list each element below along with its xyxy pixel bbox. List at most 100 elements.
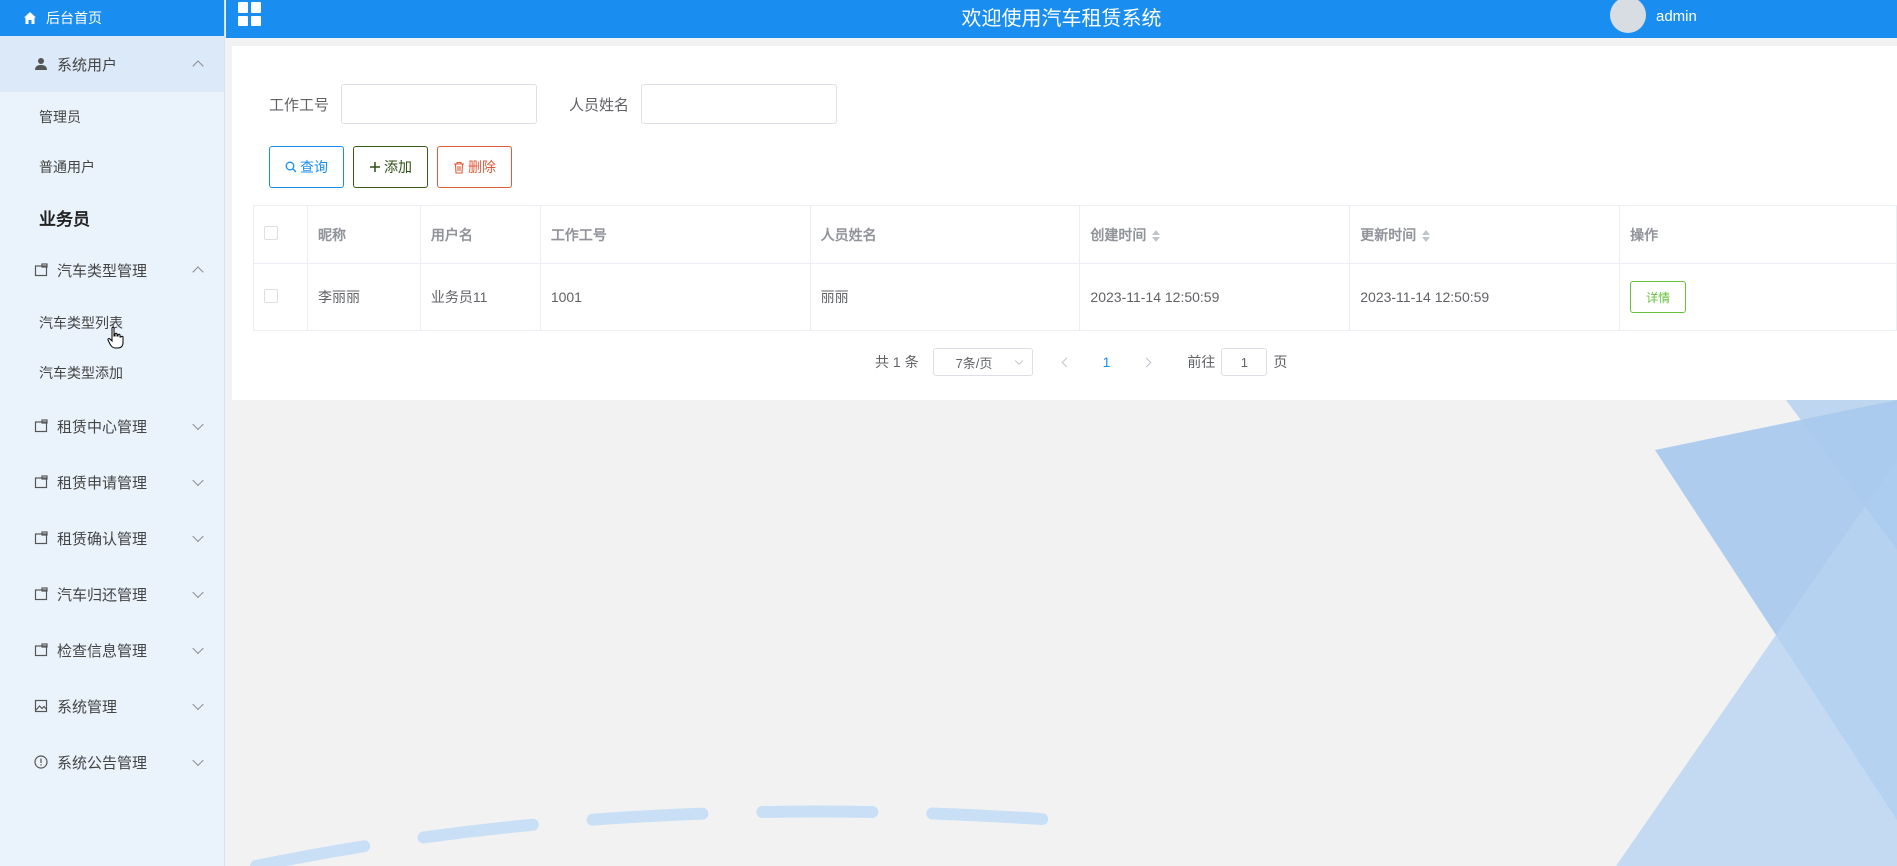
table-row: 李丽丽 业务员11 1001 丽丽 2023-11-14 12:50:59 20… [253, 263, 1897, 331]
column-header-label: 创建时间 [1090, 226, 1147, 243]
folder-icon [33, 530, 49, 546]
content-panel: 工作工号 人员姓名 查询 添加 删除 昵称 用户名 工作工号 人员姓名 创建时间… [232, 46, 1897, 400]
cell-username: 业务员11 [419, 263, 541, 331]
search-icon [285, 161, 297, 173]
chevron-down-icon [192, 754, 204, 767]
pagination: 共 1 条 7条/页 1 前往 1 页 [875, 348, 1287, 376]
sidebar-home-label: 后台首页 [46, 10, 102, 26]
image-icon [33, 698, 49, 714]
sidebar-group-label: 租赁中心管理 [57, 418, 148, 436]
sidebar-group-label: 系统用户 [57, 56, 118, 74]
page-title: 欢迎使用汽车租赁系统 [961, 8, 1162, 30]
sidebar-group-rental-apply[interactable]: 租赁申请管理 [0, 454, 224, 510]
sidebar-group-car-type[interactable]: 汽车类型管理 [0, 242, 224, 298]
cell-name: 丽丽 [809, 263, 1081, 331]
hand-cursor-icon [107, 326, 125, 350]
sidebar-group-label: 检查信息管理 [57, 642, 148, 660]
name-input[interactable] [641, 84, 838, 124]
next-page-icon[interactable] [1141, 357, 1152, 367]
job-no-input[interactable] [341, 84, 538, 124]
folder-icon [33, 586, 49, 602]
chevron-down-icon [1014, 356, 1023, 366]
sidebar: 后台首页 系统用户 管理员 普通用户 业务员 汽车类型管理 汽车类型列表 汽车类… [0, 0, 225, 866]
sidebar-item-normal-user[interactable]: 普通用户 [0, 142, 224, 192]
folder-icon [33, 474, 49, 490]
chevron-down-icon [192, 474, 204, 487]
chevron-down-icon [192, 418, 204, 431]
page-size-select[interactable]: 7条/页 [932, 348, 1033, 376]
sidebar-item-car-type-add[interactable]: 汽车类型添加 [0, 348, 224, 398]
plus-icon [369, 161, 381, 173]
chevron-down-icon [192, 586, 204, 599]
folder-icon [33, 262, 49, 278]
chevron-up-icon [192, 60, 204, 72]
detail-button[interactable]: 详情 [1630, 281, 1687, 313]
column-header: 人员姓名 [809, 205, 1081, 264]
background-decoration [226, 400, 1897, 866]
page-suffix: 页 [1273, 354, 1288, 370]
home-icon [22, 10, 38, 26]
sidebar-group-label: 系统管理 [57, 698, 118, 716]
sidebar-group-label: 租赁申请管理 [57, 474, 148, 492]
sidebar-group-inspection[interactable]: 检查信息管理 [0, 622, 224, 678]
table-header-row: 昵称 用户名 工作工号 人员姓名 创建时间 更新时间 操作 [253, 205, 1897, 264]
search-form: 工作工号 人员姓名 [269, 84, 838, 124]
add-button[interactable]: 添加 [353, 146, 428, 188]
column-header: 用户名 [419, 205, 541, 264]
sidebar-group-system-manage[interactable]: 系统管理 [0, 678, 224, 734]
sidebar-group-label: 汽车类型管理 [57, 262, 148, 280]
row-checkbox[interactable] [264, 288, 278, 303]
prev-page-icon[interactable] [1061, 357, 1072, 367]
query-button[interactable]: 查询 [269, 146, 344, 188]
add-button-label: 添加 [384, 159, 412, 175]
user-icon [33, 56, 49, 72]
goto-page-input[interactable]: 1 [1221, 348, 1268, 376]
sidebar-group-rental-center[interactable]: 租赁中心管理 [0, 398, 224, 454]
select-all-cell [253, 205, 308, 264]
cell-nickname: 李丽丽 [306, 263, 421, 331]
chevron-down-icon [192, 642, 204, 655]
sidebar-group-system-users[interactable]: 系统用户 [0, 36, 224, 92]
goto-label: 前往 [1187, 354, 1216, 370]
chevron-up-icon [192, 266, 204, 278]
column-header: 昵称 [306, 205, 421, 264]
column-header-updated[interactable]: 更新时间 [1349, 205, 1621, 264]
chevron-down-icon [192, 530, 204, 543]
sidebar-group-label: 汽车归还管理 [57, 586, 148, 604]
sidebar-group-label: 系统公告管理 [57, 754, 148, 772]
top-header: 欢迎使用汽车租赁系统 admin [226, 0, 1897, 38]
page-size-value: 7条/页 [955, 355, 993, 371]
cell-action: 详情 [1619, 263, 1897, 331]
cell-job-no: 1001 [539, 263, 811, 331]
select-all-checkbox[interactable] [264, 226, 278, 240]
column-header: 工作工号 [539, 205, 811, 264]
sidebar-item-salesman[interactable]: 业务员 [0, 192, 224, 242]
action-buttons: 查询 添加 删除 [269, 146, 521, 188]
folder-icon [33, 642, 49, 658]
sidebar-group-label: 租赁确认管理 [57, 530, 148, 548]
sort-icon[interactable] [1152, 229, 1161, 242]
query-button-label: 查询 [300, 159, 328, 175]
chevron-down-icon [192, 698, 204, 711]
column-header-created[interactable]: 创建时间 [1079, 205, 1351, 264]
cell-created: 2023-11-14 12:50:59 [1079, 263, 1351, 331]
sort-icon[interactable] [1422, 229, 1431, 242]
folder-icon [33, 418, 49, 434]
info-circle-icon [33, 754, 49, 770]
delete-button[interactable]: 删除 [437, 146, 512, 188]
row-select-cell [253, 263, 308, 331]
pagination-total: 共 1 条 [875, 354, 919, 370]
sidebar-home[interactable]: 后台首页 [0, 0, 224, 36]
job-no-label: 工作工号 [269, 96, 330, 114]
sidebar-group-car-return[interactable]: 汽车归还管理 [0, 566, 224, 622]
column-header: 操作 [1619, 205, 1897, 264]
sidebar-group-rental-confirm[interactable]: 租赁确认管理 [0, 510, 224, 566]
sidebar-item-admin[interactable]: 管理员 [0, 92, 224, 142]
sidebar-group-notice[interactable]: 系统公告管理 [0, 734, 224, 790]
page-number-current[interactable]: 1 [1103, 354, 1111, 370]
trash-icon [453, 161, 465, 174]
data-table: 昵称 用户名 工作工号 人员姓名 创建时间 更新时间 操作 李丽丽 业务员11 … [253, 205, 1897, 331]
username[interactable]: admin [1656, 8, 1697, 25]
cell-updated: 2023-11-14 12:50:59 [1349, 263, 1621, 331]
delete-button-label: 删除 [468, 159, 496, 175]
